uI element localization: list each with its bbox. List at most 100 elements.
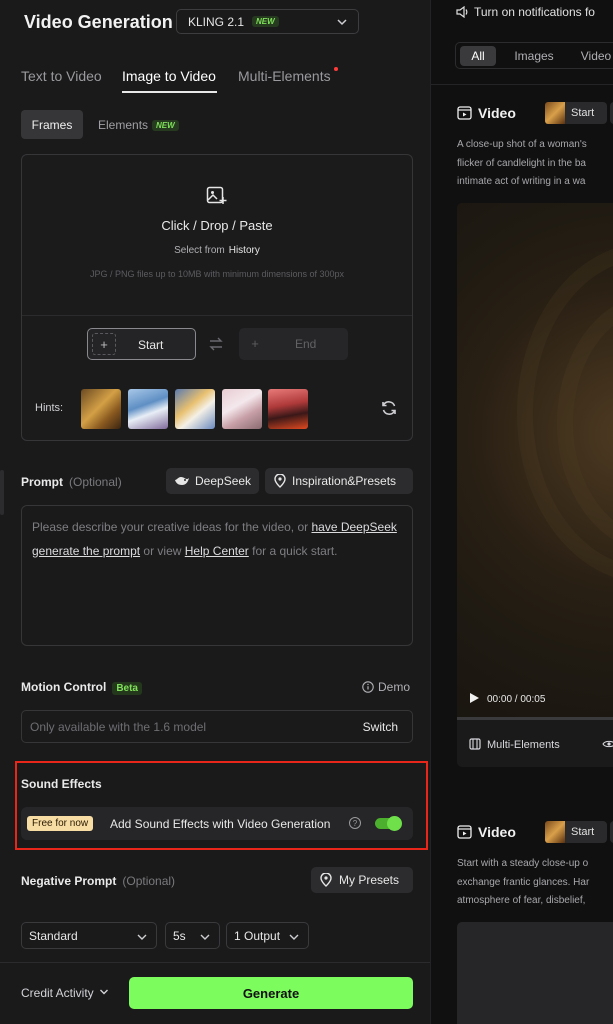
output-count-select[interactable]: 1 Output — [226, 922, 309, 949]
speaker-icon — [456, 5, 468, 19]
scrollbar[interactable] — [0, 470, 4, 515]
left-panel: Video Generation KLING 2.1 NEW Text to V… — [0, 0, 430, 1024]
eye-icon[interactable] — [602, 739, 613, 749]
chevron-down-icon — [137, 934, 147, 940]
filter-video[interactable]: Video — [570, 46, 613, 66]
my-presets-button[interactable]: My Presets — [311, 867, 413, 893]
start-frame-thumbnail — [545, 821, 565, 843]
location-pin-icon — [320, 873, 332, 887]
multi-elements-label: Multi-Elements — [487, 739, 560, 751]
subtab-frames[interactable]: Frames — [21, 110, 83, 139]
notification-text: Turn on notifications fo — [474, 5, 595, 19]
video-card-title-text: Video — [478, 105, 516, 121]
filter-images[interactable]: Images — [502, 46, 566, 66]
deepseek-icon — [175, 477, 189, 485]
hint-thumbnail[interactable] — [175, 389, 215, 429]
tab-text-to-video[interactable]: Text to Video — [21, 68, 102, 84]
sound-effects-text: Add Sound Effects with Video Generation — [110, 817, 331, 831]
select-from: Select from History — [22, 245, 412, 256]
multi-elements-button[interactable]: Multi-Elements — [469, 738, 560, 751]
switch-button[interactable]: Switch — [363, 720, 398, 734]
end-frame-label: End — [295, 337, 317, 351]
free-badge: Free for now — [27, 816, 94, 831]
model-new-badge: NEW — [252, 16, 279, 27]
chevron-down-icon — [337, 19, 347, 26]
demo-link[interactable]: Demo — [362, 680, 410, 694]
filter-all[interactable]: All — [460, 46, 496, 66]
info-icon — [362, 681, 374, 693]
notification-banner[interactable]: Turn on notifications fo — [456, 5, 595, 19]
video-time: 00:00 / 00:05 — [487, 694, 546, 705]
upload-title: Click / Drop / Paste — [161, 218, 273, 233]
motion-control-field[interactable]: Only available with the 1.6 model Switch — [21, 710, 413, 743]
divider — [22, 315, 412, 316]
history-link[interactable]: History — [229, 245, 260, 256]
divider — [431, 84, 613, 85]
start-chip-label: Start — [571, 107, 595, 119]
description-line: exchange frantic glances. Har — [457, 876, 590, 888]
elements-new-badge: NEW — [152, 120, 179, 131]
hints-label: Hints: — [35, 402, 64, 414]
right-panel: Turn on notifications fo All Images Vide… — [430, 0, 613, 1024]
motion-control-label-text: Motion Control — [21, 680, 107, 694]
negative-optional: (Optional) — [122, 874, 176, 888]
inspiration-presets-button[interactable]: Inspiration&Presets — [265, 468, 413, 494]
video-card-title: Video — [457, 105, 516, 121]
output-count-value: 1 Output — [234, 929, 281, 943]
beta-badge: Beta — [112, 682, 142, 695]
motion-control-label: Motion Control Beta — [21, 680, 142, 695]
deepseek-button[interactable]: DeepSeek — [166, 468, 259, 494]
multi-elements-icon — [469, 738, 481, 750]
help-icon[interactable]: ? — [349, 817, 361, 829]
toggle-knob — [387, 816, 402, 831]
model-select[interactable]: KLING 2.1 NEW — [176, 9, 359, 34]
help-center-link[interactable]: Help Center — [185, 544, 249, 558]
duration-select[interactable]: 5s — [165, 922, 220, 949]
model-name: KLING 2.1 — [188, 14, 245, 29]
start-chip-label: Start — [571, 826, 595, 838]
start-frame-label: Start — [138, 338, 164, 352]
tab-multi-elements[interactable]: Multi-Elements — [238, 68, 331, 84]
credit-activity-dropdown[interactable]: Credit Activity — [21, 986, 109, 1000]
negative-prompt-label: Negative Prompt (Optional) — [21, 874, 175, 888]
duration-value: 5s — [173, 929, 186, 943]
play-icon[interactable] — [469, 692, 480, 704]
add-image-icon — [206, 186, 227, 204]
refresh-icon[interactable] — [380, 399, 398, 417]
prompt-input[interactable]: Please describe your creative ideas for … — [21, 505, 413, 646]
prompt-optional: (Optional) — [69, 475, 122, 489]
tab-image-to-video[interactable]: Image to Video — [122, 68, 216, 84]
hint-thumbnail[interactable] — [222, 389, 262, 429]
video-card-title: Video — [457, 824, 516, 840]
video-player[interactable] — [457, 922, 613, 1024]
description-line: flicker of candlelight in the ba — [457, 157, 586, 169]
end-frame-button[interactable]: + End — [239, 328, 348, 360]
hint-thumbnail[interactable] — [81, 389, 121, 429]
start-frame-chip[interactable]: Start — [545, 821, 607, 843]
plus-icon: + — [92, 333, 116, 355]
mode-select[interactable]: Standard — [21, 922, 157, 949]
sound-effects-row: Free for now Add Sound Effects with Vide… — [21, 807, 413, 840]
sound-effects-toggle[interactable] — [375, 816, 402, 831]
generate-button[interactable]: Generate — [129, 977, 413, 1009]
app: Video Generation KLING 2.1 NEW Text to V… — [0, 0, 613, 1024]
mode-value: Standard — [29, 929, 78, 943]
start-frame-chip[interactable]: Start — [545, 102, 607, 124]
credit-activity-label: Credit Activity — [21, 986, 94, 1000]
filter-tabs: All Images Video — [455, 42, 613, 69]
start-frame-button[interactable]: + Start — [87, 328, 196, 360]
sound-effects-label: Sound Effects — [21, 777, 102, 791]
start-frame-thumbnail — [545, 102, 565, 124]
video-icon — [457, 825, 472, 839]
prompt-placeholder-1: Please describe your creative ideas for … — [32, 520, 312, 534]
video-controls: 00:00 / 00:05 — [469, 692, 545, 705]
swap-icon[interactable] — [208, 337, 224, 351]
description-line: Start with a steady close-up o — [457, 858, 589, 869]
subtab-elements[interactable]: Elements NEW — [98, 118, 179, 132]
video-player[interactable] — [457, 203, 613, 717]
subtab-elements-label: Elements — [98, 118, 149, 132]
hint-thumbnail[interactable] — [128, 389, 168, 429]
image-upload-area[interactable]: Click / Drop / Paste Select from History … — [21, 154, 413, 441]
divider — [0, 962, 430, 963]
hint-thumbnail[interactable] — [268, 389, 308, 429]
